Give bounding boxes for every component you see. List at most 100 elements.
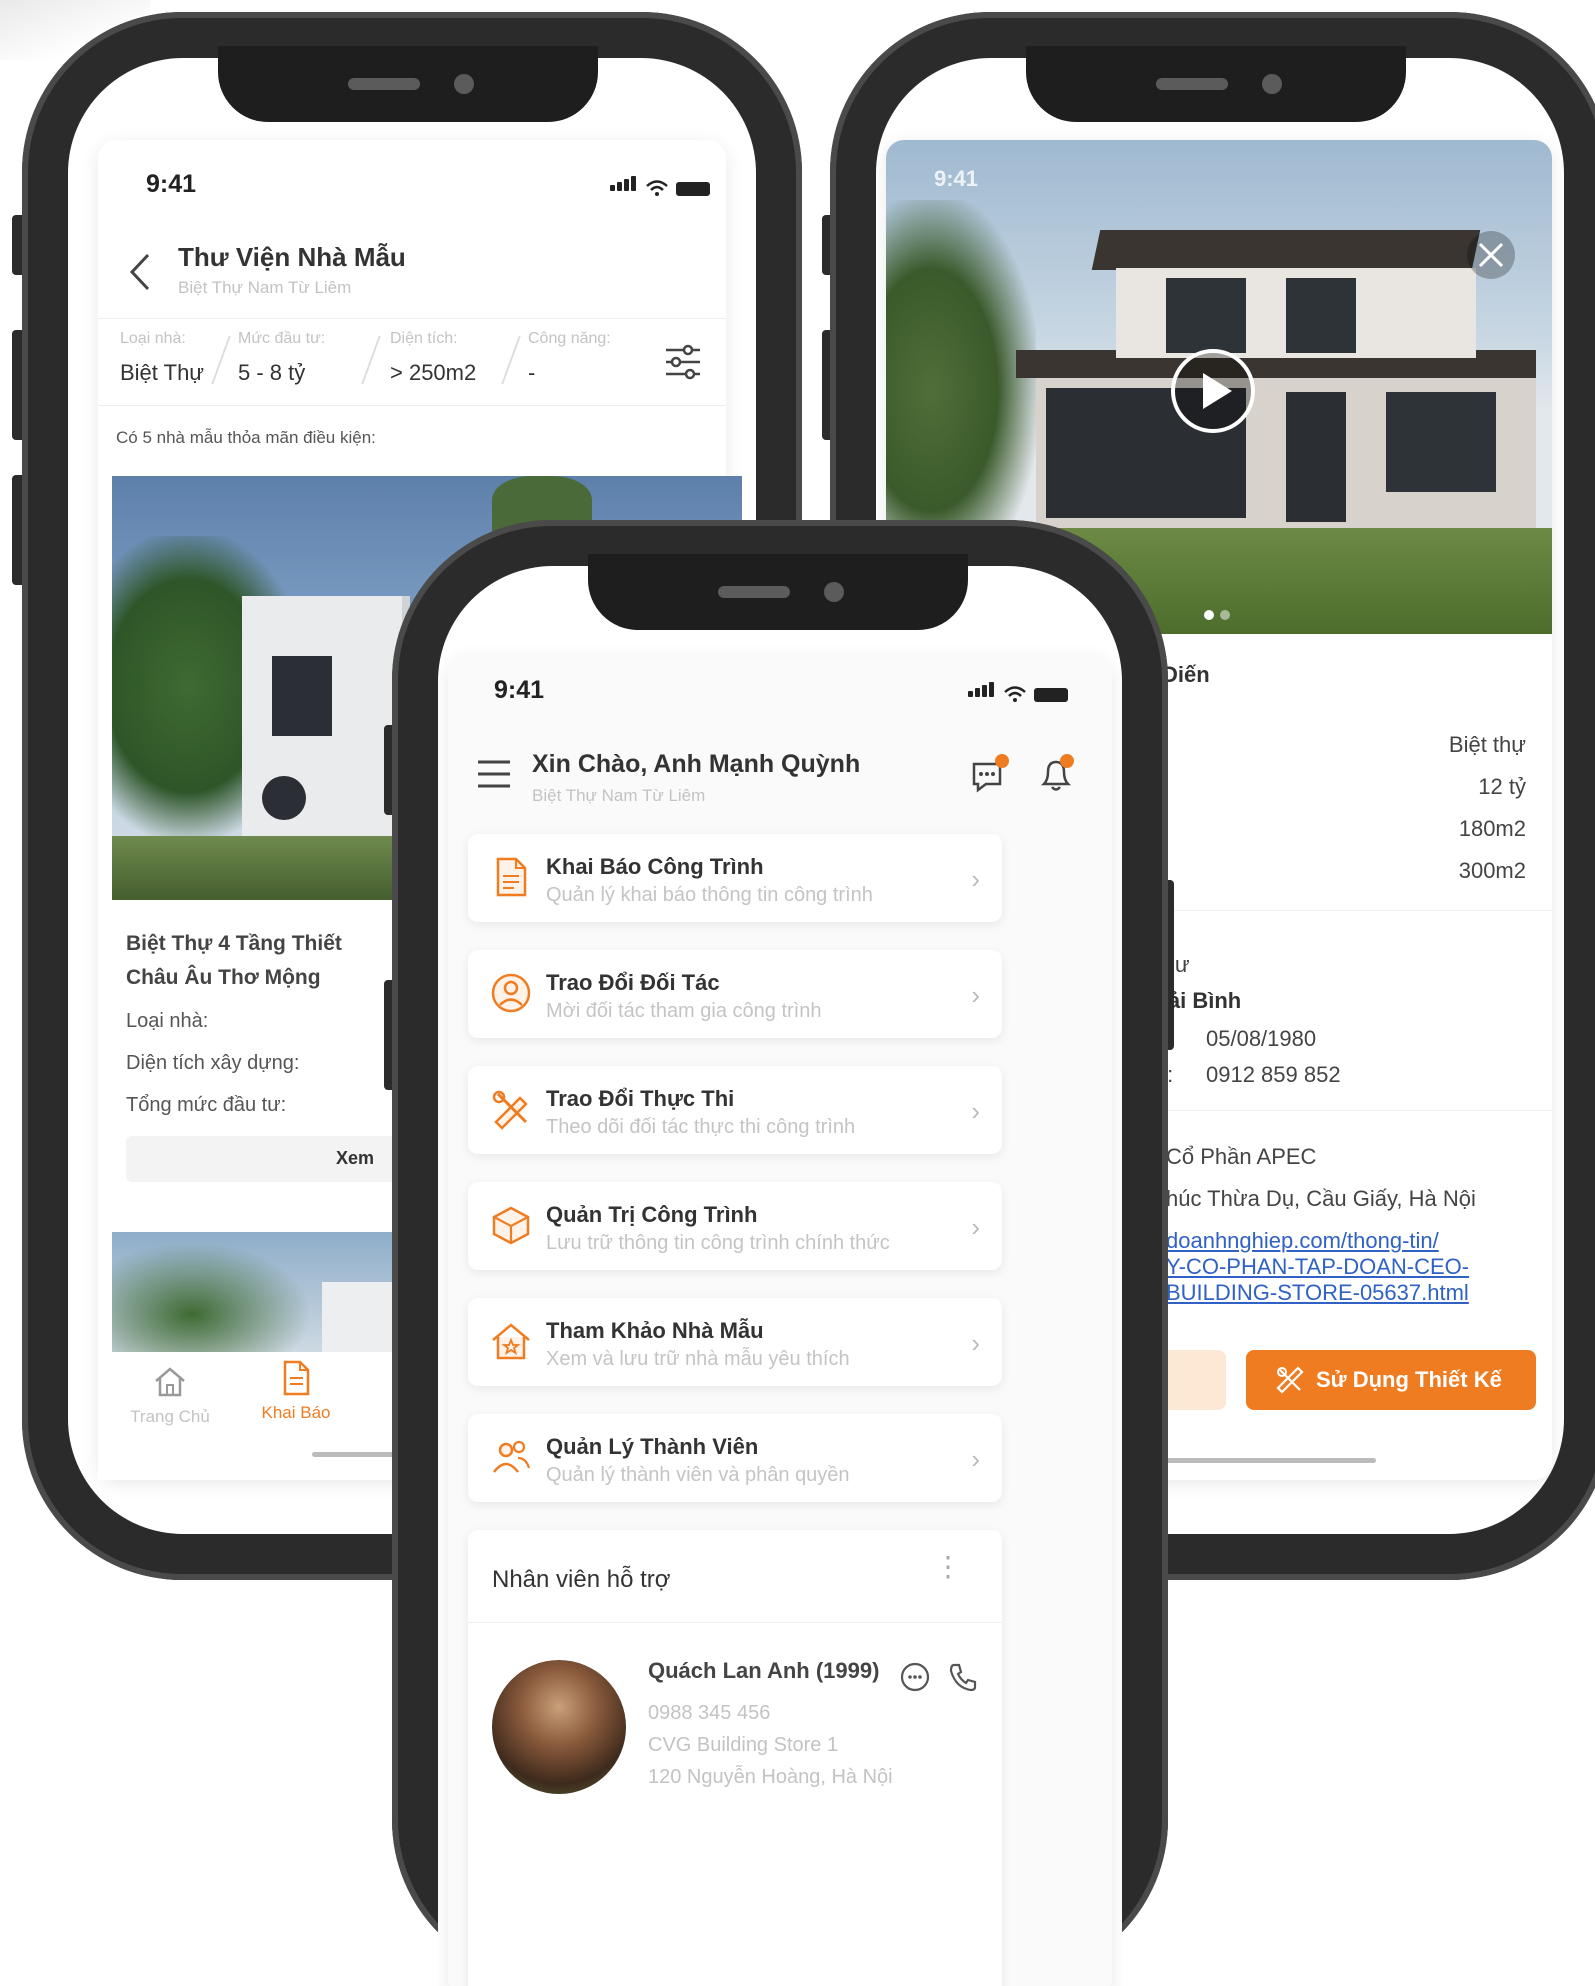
filter-label: Loại nhà: [120,330,186,347]
home-indicator [1136,1458,1376,1463]
bell-notification-icon[interactable] [1034,752,1078,796]
filter-label: Công năng: [528,330,611,347]
phone-call-icon[interactable] [946,1660,980,1694]
front-door [1286,392,1346,522]
document-icon [283,1360,310,1396]
wifi-icon [646,180,668,196]
menu-item-execution-exchange[interactable]: Trao Đổi Thực Thi Theo dõi đối tác thực … [468,1066,1002,1154]
chat-notification-icon[interactable] [968,752,1012,796]
front-phone-screen: 9:41 Xin Chào, Anh Mạnh Quỳnh Biệt Thự N… [438,566,1122,1986]
notch [588,554,968,630]
chevron-right-icon: › [971,1444,980,1474]
user-circle-icon [491,973,531,1013]
page-title: Thư Viện Nhà Mẫu [178,242,406,272]
nav-label: Trang Chủ [130,1407,210,1426]
menu-list: Khai Báo Công Trình Quản lý khai báo thô… [448,826,1112,1986]
filter-value: 5 - 8 tỷ [238,360,306,385]
spec-total-area: 300m2 [1458,858,1526,883]
speaker [718,586,790,598]
nav-declare[interactable]: Khai Báo [248,1360,344,1423]
villa-window [1166,278,1246,353]
filter-separator [501,336,521,384]
tools-icon [492,1090,528,1130]
nav-label: Khai Báo [261,1403,331,1422]
chevron-right-icon: › [971,980,980,1010]
speaker [1156,78,1228,90]
listing-title-line2: Châu Âu Thơ Mộng [126,966,321,989]
company-link-line3[interactable]: BUILDING-STORE-05637.html [1166,1280,1469,1306]
menu-item-sample-houses[interactable]: Tham Khảo Nhà Mẫu Xem và lưu trữ nhà mẫu… [468,1298,1002,1386]
close-icon[interactable] [1466,230,1516,280]
support-name: Quách Lan Anh (1999) [648,1658,880,1683]
filter-label: Diện tích: [390,330,458,347]
chevron-right-icon: › [971,864,980,894]
villa-window [1386,392,1496,492]
camera [1262,74,1282,94]
menu-item-title: Tham Khảo Nhà Mẫu [546,1318,764,1343]
company-link-line1[interactable]: doanhnghiep.com/thong-tin/ [1166,1228,1439,1254]
menu-item-subtitle: Xem và lưu trữ nhà mẫu yêu thích [546,1348,850,1370]
listing-title-line1: Biệt Thự 4 Tầng Thiết [126,932,342,955]
status-icons [610,176,710,196]
listing-investment-label: Tổng mức đầu tư: [126,1094,287,1116]
filter-sliders-icon[interactable] [664,344,702,380]
home-page: 9:41 Xin Chào, Anh Mạnh Quỳnh Biệt Thự N… [448,656,1112,1986]
divider [98,405,726,406]
menu-item-title: Quản Lý Thành Viên [546,1434,759,1459]
notch [1026,46,1406,122]
filter-function[interactable]: Công năng: - [528,330,616,386]
filter-value: Biệt Thự [120,360,205,385]
document-icon [496,857,527,897]
menu-item-partner-exchange[interactable]: Trao Đổi Đối Tác Mời đối tác tham gia cô… [468,950,1002,1038]
menu-item-subtitle: Lưu trữ thông tin công trình chính thức [546,1232,890,1254]
menu-item-member-management[interactable]: Quản Lý Thành Viên Quản lý thành viên và… [468,1414,1002,1502]
filter-investment[interactable]: Mức đầu tư: 5 - 8 tỷ [238,330,325,386]
chat-icon[interactable] [898,1660,932,1694]
menu-item-declare-project[interactable]: Khai Báo Công Trình Quản lý khai báo thô… [468,834,1002,922]
avatar[interactable] [492,1660,626,1794]
menu-item-project-management[interactable]: Quản Trị Công Trình Lưu trữ thông tin cô… [468,1182,1002,1270]
hamburger-menu-icon[interactable] [476,758,512,790]
carousel-dot-active[interactable] [1204,610,1214,620]
camera [454,74,474,94]
result-count-text: Có 5 nhà mẫu thỏa mãn điều kiện: [116,428,376,447]
filter-label: Mức đầu tư: [238,330,326,347]
chevron-right-icon: › [971,1328,980,1358]
filter-value: > 250m2 [390,360,477,385]
company-name: Cổ Phần APEC [1166,1144,1317,1169]
menu-item-subtitle: Quản lý khai báo thông tin công trình [546,884,873,906]
menu-item-title: Khai Báo Công Trình [546,854,764,879]
filter-separator [211,336,231,384]
roof-shape [1091,230,1481,270]
support-address: 120 Nguyễn Hoàng, Hà Nội [648,1766,893,1788]
filter-house-type[interactable]: Loại nhà: Biệt Thự [120,330,204,386]
house-icon [492,1323,530,1360]
notch [218,46,598,122]
section-title: Diến [1162,662,1210,687]
chevron-right-icon: › [971,1212,980,1242]
spec-investment: 12 tỷ [1478,774,1526,799]
support-phone: 0988 345 456 [648,1702,771,1724]
camera [824,582,844,602]
filter-separator [361,336,381,384]
divider [468,1622,1002,1623]
villa-round-window [262,776,306,820]
menu-item-subtitle: Mời đối tác tham gia công trình [546,1000,822,1022]
company-address: húc Thừa Dụ, Cầu Giấy, Hà Nội [1166,1186,1476,1211]
company-link-line2[interactable]: Y-CO-PHAN-TAP-DOAN-CEO- [1166,1254,1469,1280]
front-phone-frame: 9:41 Xin Chào, Anh Mạnh Quỳnh Biệt Thự N… [392,520,1168,1986]
back-arrow-icon[interactable] [128,252,152,292]
box-icon [492,1206,530,1245]
chevron-right-icon: › [971,1096,980,1126]
more-options-icon[interactable]: ⋮ [934,1553,962,1581]
spec-build-area: 180m2 [1458,816,1526,841]
nav-home[interactable]: Trang Chủ [122,1366,218,1427]
carousel-dot[interactable] [1220,610,1230,620]
signal-icon [968,682,996,702]
support-store: CVG Building Store 1 [648,1734,839,1756]
filter-area[interactable]: Diện tích: > 250m2 [390,330,476,386]
battery-icon [1034,688,1068,702]
use-design-button[interactable]: Sử Dụng Thiết Kế [1246,1350,1536,1410]
play-icon[interactable] [1168,346,1258,436]
status-time: 9:41 [494,676,545,704]
